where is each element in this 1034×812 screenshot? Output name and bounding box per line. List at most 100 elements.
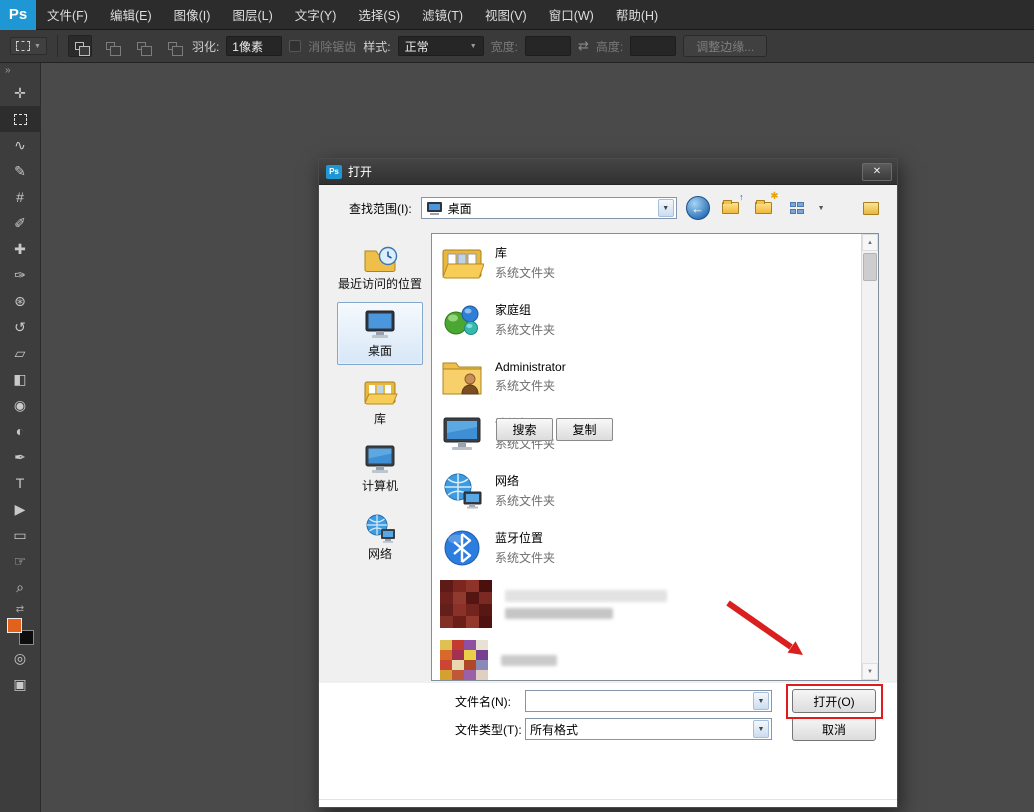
- dodge-tool[interactable]: ◐: [0, 418, 41, 444]
- look-in-combobox[interactable]: 桌面 ▼: [421, 197, 677, 219]
- new-folder-icon: [755, 202, 772, 214]
- rectangular-marquee-tool[interactable]: [0, 106, 41, 132]
- close-button[interactable]: ✕: [862, 163, 892, 181]
- file-name: 家庭组: [495, 301, 555, 318]
- dialog-titlebar[interactable]: Ps 打开 ✕: [319, 159, 897, 185]
- quick-mask-button[interactable]: ◎: [0, 645, 41, 671]
- type-tool[interactable]: T: [0, 470, 41, 496]
- height-input[interactable]: [630, 36, 676, 56]
- menu-window[interactable]: 窗口(W): [538, 0, 605, 29]
- place-label: 库: [374, 412, 386, 426]
- file-name: 库: [495, 244, 555, 261]
- menu-help[interactable]: 帮助(H): [605, 0, 669, 29]
- open-button[interactable]: 打开(O): [792, 689, 876, 713]
- menu-file[interactable]: 文件(F): [36, 0, 99, 29]
- menu-edit[interactable]: 编辑(E): [99, 0, 163, 29]
- eyedropper-tool[interactable]: ✐: [0, 210, 41, 236]
- file-type-dropdown[interactable]: 所有格式 ▼: [525, 718, 772, 740]
- color-swatches: [7, 618, 34, 645]
- cancel-button[interactable]: 取消: [792, 717, 876, 741]
- up-arrow-icon: ↑: [739, 193, 744, 202]
- file-row-censored-1[interactable]: [432, 576, 861, 632]
- menu-image[interactable]: 图像(I): [163, 0, 222, 29]
- file-row-homegroup[interactable]: 家庭组 系统文件夹: [432, 291, 861, 348]
- place-libraries[interactable]: 库: [337, 370, 423, 432]
- refine-edge-button[interactable]: 调整边缘...: [683, 35, 767, 57]
- blur-tool[interactable]: ◉: [0, 392, 41, 418]
- hand-tool[interactable]: ☞: [0, 548, 41, 574]
- file-list: 库 系统文件夹 家庭组 系统文件夹: [431, 233, 879, 681]
- file-row-administrator[interactable]: Administrator 系统文件夹: [432, 348, 861, 405]
- file-row-libraries[interactable]: 库 系统文件夹: [432, 234, 861, 291]
- subtract-from-selection-button[interactable]: [130, 35, 154, 57]
- file-name: Administrator: [495, 360, 566, 374]
- brush-tool[interactable]: ✑: [0, 262, 41, 288]
- history-brush-tool[interactable]: ↺: [0, 314, 41, 340]
- chevron-down-icon[interactable]: ▼: [753, 692, 769, 710]
- gradient-tool[interactable]: ◧: [0, 366, 41, 392]
- views-icon: [790, 202, 804, 214]
- new-selection-mode-button[interactable]: [68, 35, 92, 57]
- add-to-selection-button[interactable]: [99, 35, 123, 57]
- file-name: 蓝牙位置: [495, 529, 555, 546]
- tool-preset-picker[interactable]: ▼: [10, 37, 47, 55]
- menu-layer[interactable]: 图层(L): [221, 0, 283, 29]
- file-row-bluetooth[interactable]: 蓝牙位置 系统文件夹: [432, 519, 861, 576]
- pen-tool[interactable]: ✒: [0, 444, 41, 470]
- scrollbar[interactable]: ▲ ▼: [861, 234, 878, 680]
- computer-icon: [440, 413, 484, 455]
- places-sidebar: 最近访问的位置 桌面 库: [333, 233, 427, 681]
- quick-selection-tool[interactable]: ✎: [0, 158, 41, 184]
- copy-button[interactable]: 复制: [556, 418, 613, 441]
- collapse-panel-icon[interactable]: »: [0, 63, 16, 80]
- rectangle-tool[interactable]: ▭: [0, 522, 41, 548]
- file-name: 网络: [495, 472, 555, 489]
- place-recent[interactable]: 最近访问的位置: [337, 235, 423, 297]
- spot-healing-brush-tool[interactable]: ✚: [0, 236, 41, 262]
- place-computer[interactable]: 计算机: [337, 437, 423, 499]
- menu-filter[interactable]: 滤镜(T): [411, 0, 474, 29]
- move-tool[interactable]: ✛: [0, 80, 41, 106]
- file-desc: 系统文件夹: [495, 377, 566, 394]
- antialias-checkbox[interactable]: [289, 40, 301, 52]
- feather-input[interactable]: [226, 36, 282, 56]
- zoom-tool[interactable]: ⌕: [0, 574, 41, 600]
- scrollbar-thumb[interactable]: [863, 253, 877, 281]
- swap-colors-icon[interactable]: ⇄: [16, 604, 24, 615]
- file-row-network[interactable]: 网络 系统文件夹: [432, 462, 861, 519]
- image-preview-toggle-button[interactable]: [859, 197, 883, 219]
- width-input[interactable]: [525, 36, 571, 56]
- file-row-censored-2[interactable]: [432, 632, 861, 680]
- marquee-icon: [14, 114, 27, 125]
- clone-stamp-tool[interactable]: ⊛: [0, 288, 41, 314]
- place-network[interactable]: 网络: [337, 505, 423, 567]
- style-dropdown[interactable]: 正常 ▼: [398, 36, 484, 56]
- views-menu-button[interactable]: [785, 197, 809, 219]
- screen-mode-button[interactable]: ▣: [0, 671, 41, 697]
- intersect-selection-button[interactable]: [161, 35, 185, 57]
- place-desktop[interactable]: 桌面: [337, 302, 423, 364]
- file-name-combobox[interactable]: ▼: [525, 690, 772, 712]
- lasso-tool[interactable]: ∿: [0, 132, 41, 158]
- menu-select[interactable]: 选择(S): [347, 0, 411, 29]
- foreground-color-swatch[interactable]: [7, 618, 22, 633]
- look-in-label: 查找范围(I):: [349, 200, 412, 217]
- chevron-down-icon[interactable]: ▼: [658, 199, 674, 217]
- menu-type[interactable]: 文字(Y): [284, 0, 348, 29]
- new-folder-button[interactable]: ✱: [752, 197, 776, 219]
- separator: [57, 35, 58, 57]
- eraser-tool[interactable]: ▱: [0, 340, 41, 366]
- chevron-down-icon[interactable]: ▼: [753, 720, 769, 738]
- up-one-level-button[interactable]: ↑: [719, 197, 743, 219]
- crop-tool[interactable]: #: [0, 184, 41, 210]
- file-name-input[interactable]: [530, 692, 749, 710]
- menu-view[interactable]: 视图(V): [474, 0, 538, 29]
- file-desc: 系统文件夹: [495, 549, 555, 566]
- scroll-down-button[interactable]: ▼: [862, 663, 878, 680]
- search-button[interactable]: 搜索: [496, 418, 553, 441]
- swap-dimensions-icon[interactable]: ⇄: [578, 38, 589, 54]
- scroll-up-button[interactable]: ▲: [862, 234, 878, 251]
- open-dialog: Ps 打开 ✕ 查找范围(I): 桌面 ▼ ← ↑ ✱ ▼: [318, 158, 898, 808]
- back-button[interactable]: ←: [686, 196, 710, 220]
- path-selection-tool[interactable]: ▶: [0, 496, 41, 522]
